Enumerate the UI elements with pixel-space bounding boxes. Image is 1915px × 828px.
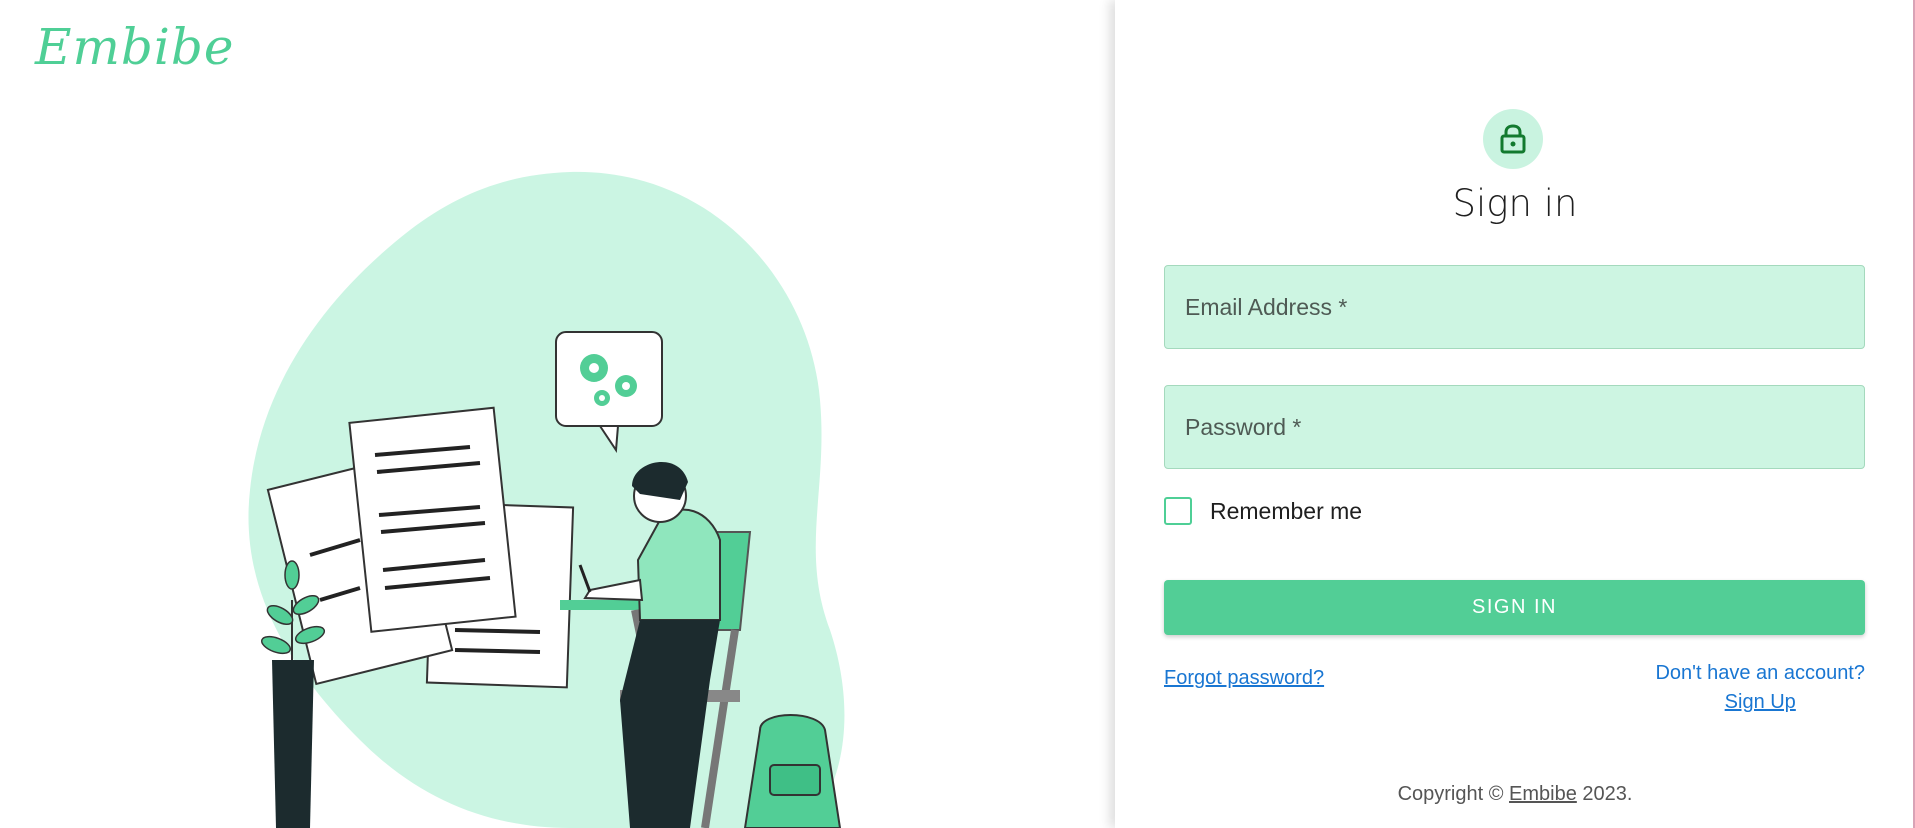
forgot-password-link[interactable]: Forgot password?	[1164, 667, 1324, 690]
lock-icon	[1500, 124, 1526, 154]
sign-up-link[interactable]: Sign Up	[1725, 691, 1796, 714]
signup-question[interactable]: Don't have an account?	[1655, 662, 1865, 685]
remember-me-checkbox[interactable]	[1164, 497, 1192, 525]
copyright-prefix: Copyright ©	[1397, 783, 1510, 805]
remember-me-label[interactable]: Remember me	[1210, 498, 1362, 525]
brand-logo: Embibe	[35, 18, 235, 76]
password-input[interactable]	[1165, 386, 1864, 468]
copyright-suffix: 2023.	[1576, 783, 1633, 805]
copyright-footer: Copyright © Embibe 2023.	[1115, 783, 1915, 806]
email-input[interactable]	[1165, 266, 1864, 348]
sign-in-button[interactable]: SIGN IN	[1164, 580, 1865, 635]
left-panel: Embibe	[0, 0, 1115, 828]
signin-panel: Sign in Remember me SIGN IN Forgot passw…	[1115, 0, 1915, 828]
signup-block: Don't have an account? Sign Up	[1655, 662, 1865, 714]
password-field-container	[1164, 385, 1865, 469]
lock-avatar	[1483, 109, 1543, 169]
copyright-embibe-link[interactable]: Embibe	[1509, 783, 1577, 805]
page-title: Sign in	[1452, 182, 1578, 225]
backpack	[743, 714, 842, 828]
remember-me-row[interactable]: Remember me	[1164, 497, 1362, 525]
student-illustration	[248, 171, 845, 828]
email-field-container	[1164, 265, 1865, 349]
